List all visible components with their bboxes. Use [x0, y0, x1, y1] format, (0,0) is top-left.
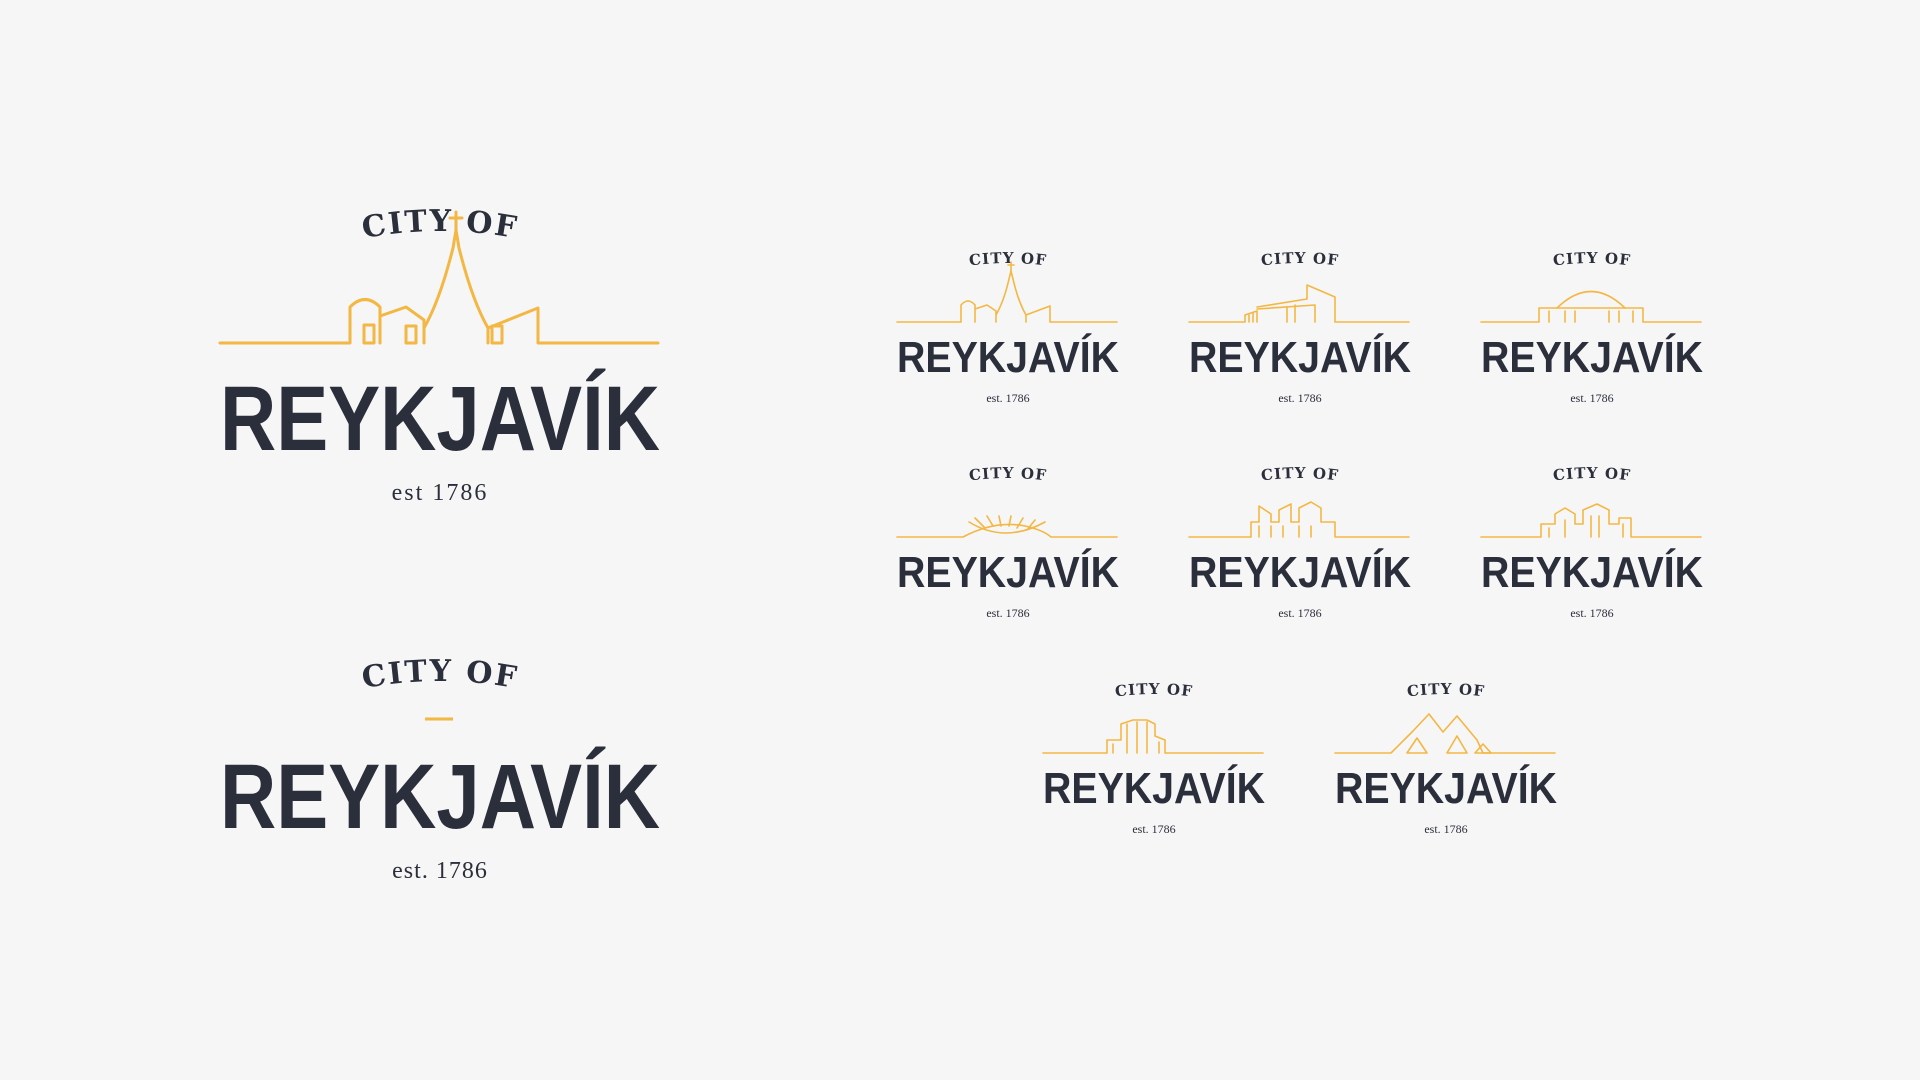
houses-skyline-icon	[1480, 503, 1702, 538]
primary-logo: CITY OF REYKJAVÍK est 1786	[210, 180, 670, 520]
logo-variant: CITY OF REYKJAVÍK est. 1786	[1333, 676, 1559, 846]
logo-city-name: REYKJAVÍK	[1189, 332, 1411, 382]
church-skyline-icon	[896, 261, 1118, 323]
logo-variant: CITY OF REYKJAVÍK est. 1786	[895, 245, 1121, 415]
logo-variant: CITY OF REYKJAVÍK est. 1786	[1479, 460, 1705, 630]
logo-top-text: CITY OF	[1406, 680, 1486, 700]
towers-skyline-icon	[1042, 719, 1264, 754]
logo-top-text: CITY OF	[1260, 249, 1340, 269]
logo-top-text: CITY OF	[359, 204, 520, 246]
logo-tagline: est. 1786	[986, 391, 1029, 405]
logo-top-text: CITY OF	[968, 249, 1048, 269]
logo-city-name: REYKJAVÍK	[1335, 763, 1557, 813]
logo-city-name: REYKJAVÍK	[220, 367, 660, 470]
logo-city-name: REYKJAVÍK	[1481, 547, 1703, 597]
mountains-skyline-icon	[1334, 713, 1556, 754]
logo-top-text: CITY OF	[1552, 249, 1632, 269]
logo-top-text: CITY OF	[1552, 464, 1632, 484]
logo-tagline: est. 1786	[1570, 391, 1613, 405]
logo-variant: CITY OF REYKJAVÍK est. 1786	[895, 460, 1121, 630]
dome-skyline-icon	[1480, 290, 1702, 323]
logo-tagline: est 1786	[392, 480, 489, 506]
harpa-skyline-icon	[1188, 284, 1410, 323]
logo-variant: CITY OF REYKJAVÍK est. 1786	[1479, 245, 1705, 415]
logo-variant: CITY OF REYKJAVÍK est. 1786	[1187, 460, 1413, 630]
logo-city-name: REYKJAVÍK	[220, 745, 660, 848]
logo-top-text: CITY OF	[968, 464, 1048, 484]
logo-city-name: REYKJAVÍK	[897, 547, 1119, 597]
logo-variant: CITY OF REYKJAVÍK est. 1786	[1041, 676, 1267, 846]
logo-tagline: est. 1786	[392, 858, 488, 884]
logo-city-name: REYKJAVÍK	[1043, 763, 1265, 813]
logo-city-name: REYKJAVÍK	[1481, 332, 1703, 382]
logo-tagline: est. 1786	[986, 606, 1029, 620]
logo-tagline: est. 1786	[1132, 822, 1175, 836]
logo-variant: CITY OF REYKJAVÍK est. 1786	[1187, 245, 1413, 415]
secondary-logo: CITY OF REYKJAVÍK est. 1786	[210, 640, 670, 900]
logo-top-text: CITY OF	[1260, 464, 1340, 484]
logo-tagline: est. 1786	[1424, 822, 1467, 836]
logo-city-name: REYKJAVÍK	[897, 332, 1119, 382]
logo-tagline: est. 1786	[1278, 606, 1321, 620]
rooftops-skyline-icon	[1188, 501, 1410, 538]
logo-top-text: CITY OF	[1114, 680, 1194, 700]
logo-tagline: est. 1786	[1278, 391, 1321, 405]
logo-tagline: est. 1786	[1570, 606, 1613, 620]
logo-top-text: CITY OF	[359, 654, 520, 696]
logo-city-name: REYKJAVÍK	[1189, 547, 1411, 597]
viking-ship-skyline-icon	[896, 515, 1118, 538]
